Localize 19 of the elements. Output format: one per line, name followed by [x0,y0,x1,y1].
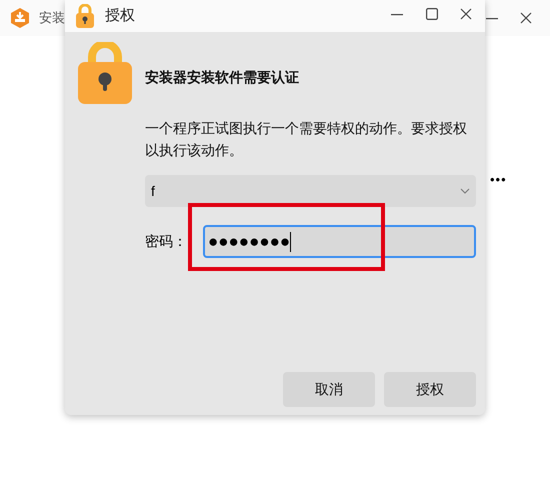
dialog-button[interactable]: 取消 [283,372,375,407]
password-label: 密码： [145,232,188,251]
dialog-message: 一个程序正试图执行一个需要特权的动作。要求授权以执行该动作。 [145,119,468,160]
lock-icon [75,4,95,28]
minimize-icon[interactable] [486,18,498,20]
maximize-icon[interactable] [426,8,438,20]
close-icon[interactable] [520,12,532,24]
dialog-title: 授权 [105,6,135,26]
window-title: 安装 [39,9,65,28]
chevron-down-icon [460,188,470,194]
text-fragment: ••• [490,171,507,189]
lock-icon [78,42,132,104]
minimize-icon[interactable] [391,14,403,16]
password-field[interactable]: ●●●●●●●● [203,225,476,258]
dialog-heading: 安装器安装软件需要认证 [145,68,299,86]
user-dropdown[interactable]: f [145,175,476,207]
close-icon[interactable] [460,8,472,20]
installer-icon [9,7,31,29]
dialog-button[interactable]: 授权 [384,372,476,407]
